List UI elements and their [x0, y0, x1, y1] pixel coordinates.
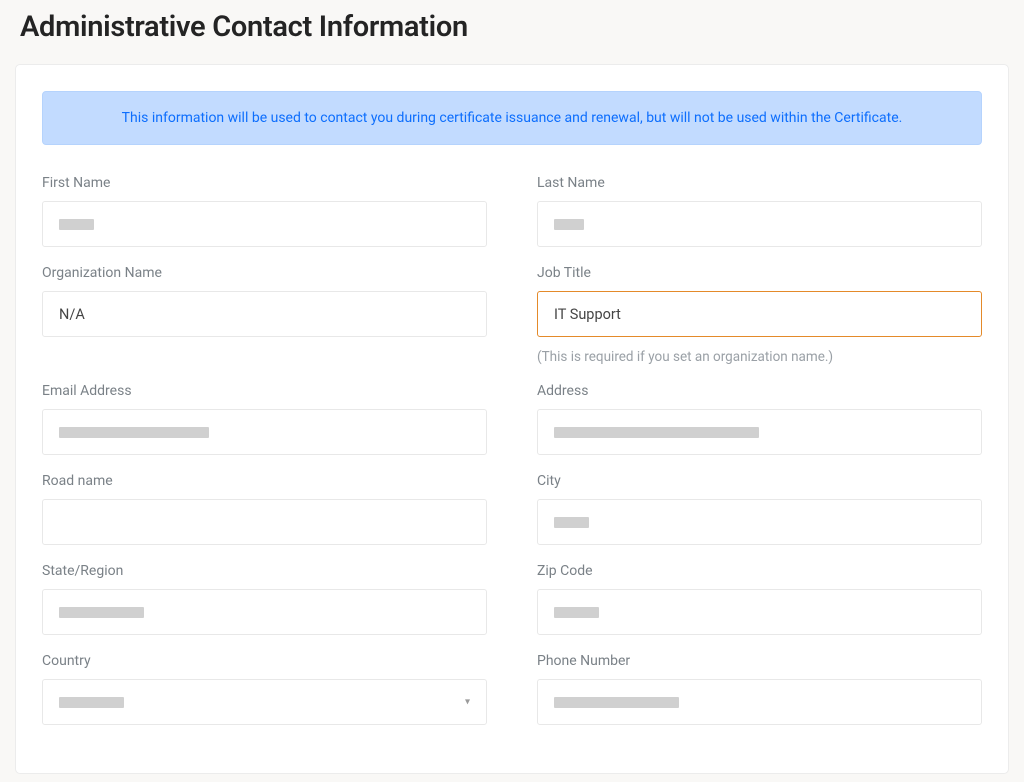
country-select[interactable]: ▾: [42, 679, 487, 725]
last-name-input[interactable]: [537, 201, 982, 247]
group-job-title: Job Title (This is required if you set a…: [537, 265, 982, 365]
organization-name-input[interactable]: [42, 291, 487, 337]
group-first-name: First Name: [42, 175, 487, 247]
page-title: Administrative Contact Information: [0, 0, 1024, 64]
redacted-placeholder: [554, 517, 589, 528]
redacted-placeholder: [59, 427, 209, 438]
group-address: Address: [537, 383, 982, 455]
redacted-placeholder: [59, 219, 94, 230]
label-zip-code: Zip Code: [537, 563, 982, 579]
road-name-input[interactable]: [42, 499, 487, 545]
group-country: Country ▾: [42, 653, 487, 725]
redacted-placeholder: [554, 427, 759, 438]
label-country: Country: [42, 653, 487, 669]
label-first-name: First Name: [42, 175, 487, 191]
label-email-address: Email Address: [42, 383, 487, 399]
group-organization-name: Organization Name: [42, 265, 487, 365]
form-grid: First Name Last Name Organization Name J…: [42, 175, 982, 743]
label-last-name: Last Name: [537, 175, 982, 191]
group-state-region: State/Region: [42, 563, 487, 635]
redacted-placeholder: [554, 697, 679, 708]
state-region-input[interactable]: [42, 589, 487, 635]
label-job-title: Job Title: [537, 265, 982, 281]
redacted-placeholder: [554, 607, 599, 618]
label-organization-name: Organization Name: [42, 265, 487, 281]
group-phone-number: Phone Number: [537, 653, 982, 725]
group-zip-code: Zip Code: [537, 563, 982, 635]
phone-number-input[interactable]: [537, 679, 982, 725]
zip-code-input[interactable]: [537, 589, 982, 635]
group-city: City: [537, 473, 982, 545]
group-last-name: Last Name: [537, 175, 982, 247]
form-card: This information will be used to contact…: [15, 64, 1009, 774]
label-road-name: Road name: [42, 473, 487, 489]
email-address-input[interactable]: [42, 409, 487, 455]
label-state-region: State/Region: [42, 563, 487, 579]
city-input[interactable]: [537, 499, 982, 545]
redacted-placeholder: [59, 697, 124, 708]
job-title-help: (This is required if you set an organiza…: [537, 349, 982, 365]
label-city: City: [537, 473, 982, 489]
label-address: Address: [537, 383, 982, 399]
job-title-input[interactable]: [537, 291, 982, 337]
chevron-down-icon: ▾: [465, 697, 470, 708]
address-input[interactable]: [537, 409, 982, 455]
group-email-address: Email Address: [42, 383, 487, 455]
first-name-input[interactable]: [42, 201, 487, 247]
group-road-name: Road name: [42, 473, 487, 545]
info-banner: This information will be used to contact…: [42, 91, 982, 145]
label-phone-number: Phone Number: [537, 653, 982, 669]
redacted-placeholder: [59, 607, 144, 618]
redacted-placeholder: [554, 219, 584, 230]
